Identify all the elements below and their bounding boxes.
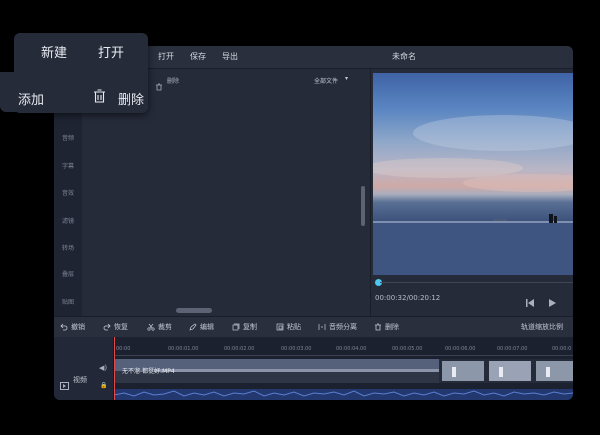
scissors-icon xyxy=(147,323,155,331)
step-back-icon[interactable] xyxy=(525,293,535,312)
redo-button[interactable]: 恢复 xyxy=(103,322,128,332)
progress-track[interactable] xyxy=(380,282,573,283)
play-icon[interactable] xyxy=(547,293,557,312)
popup-delete-button[interactable]: 删除 xyxy=(118,89,144,108)
nav-item-sound-effect[interactable]: 音效 xyxy=(54,188,82,197)
delete-label: 删除 xyxy=(385,323,399,331)
video-preview xyxy=(373,73,573,275)
delete-button[interactable]: 删除 xyxy=(374,322,399,332)
time-readout: 00:00:32/00:20:12 xyxy=(375,294,441,302)
paste-icon xyxy=(276,323,284,331)
clip-name: 无不溜-都挺好.MP4 xyxy=(122,368,175,375)
edit-toolbar: 撤销 恢复 裁剪 编辑 复制 粘贴 音频分离 删除 轨道缩放比例 xyxy=(54,316,573,338)
pencil-icon xyxy=(189,323,197,331)
cut-label: 裁剪 xyxy=(158,323,172,331)
ruler-tick: 00:00:05.00 xyxy=(392,346,423,352)
undo-button[interactable]: 撤销 xyxy=(60,322,85,332)
edit-label: 编辑 xyxy=(200,323,214,331)
lock-icon[interactable]: 🔒 xyxy=(100,382,107,389)
copy-button[interactable]: 复制 xyxy=(232,322,257,332)
preview-panel: 00:00:32/00:20:12 xyxy=(371,69,573,316)
audio-split-button[interactable]: 音频分离 xyxy=(318,322,357,332)
track-zoom-label[interactable]: 轨道缩放比例 xyxy=(521,322,563,332)
popup-lower-row: 添加 删除 xyxy=(0,72,148,112)
ruler-tick: 00:00 xyxy=(116,346,131,352)
nav-item-transition[interactable]: 转场 xyxy=(54,243,82,252)
video-track-icon xyxy=(60,375,69,394)
audio-split-label: 音频分离 xyxy=(329,323,357,331)
horizontal-scrollbar[interactable] xyxy=(176,308,212,313)
ruler-tick: 00:00:01.00 xyxy=(168,346,199,352)
trash-icon[interactable] xyxy=(155,76,163,95)
ruler xyxy=(114,355,573,356)
trash-icon xyxy=(375,323,381,331)
vertical-scrollbar[interactable] xyxy=(361,186,365,226)
nav-item-audio[interactable]: 音频 xyxy=(54,133,82,142)
add-button[interactable]: 添加 xyxy=(18,89,44,108)
cut-button[interactable]: 裁剪 xyxy=(147,322,172,332)
ruler-tick: 00:00:04.00 xyxy=(336,346,367,352)
video-clip[interactable]: 无不溜-都挺好.MP4 xyxy=(114,359,573,383)
track-header: ◀) 视频 🔒 xyxy=(54,337,114,400)
audio-waveform[interactable] xyxy=(114,389,573,400)
track-label: 视频 xyxy=(73,376,87,384)
playhead[interactable] xyxy=(114,337,115,400)
edit-button[interactable]: 编辑 xyxy=(189,322,214,332)
timeline: ◀) 视频 🔒 00:00 00:00:01.00 00:00:02.00 00… xyxy=(54,337,573,400)
ruler-tick: 00:00:03.00 xyxy=(281,346,312,352)
nav-item-sticker[interactable]: 贴图 xyxy=(54,297,82,306)
paste-label: 粘贴 xyxy=(287,323,301,331)
ruler-tick: 00:00:02.00 xyxy=(224,346,255,352)
ruler-tick: 00:00:0 xyxy=(552,346,572,352)
file-filter-dropdown[interactable]: 全部文件 xyxy=(314,76,338,85)
undo-icon xyxy=(60,323,68,331)
chevron-down-icon[interactable]: ▾ xyxy=(345,75,348,82)
redo-icon xyxy=(103,323,111,331)
redo-label: 恢复 xyxy=(114,323,128,331)
media-delete-label[interactable]: 删除 xyxy=(167,76,179,85)
nav-item-subtitle[interactable]: 字幕 xyxy=(54,161,82,170)
split-icon xyxy=(318,324,326,330)
speaker-icon[interactable]: ◀) xyxy=(99,364,107,372)
nav-item-overlay[interactable]: 叠层 xyxy=(54,269,82,278)
copy-label: 复制 xyxy=(243,323,257,331)
open-button[interactable]: 打开 xyxy=(98,42,124,61)
new-button[interactable]: 新建 xyxy=(41,42,67,61)
undo-label: 撤销 xyxy=(71,323,85,331)
paste-button[interactable]: 粘贴 xyxy=(276,322,301,332)
copy-icon xyxy=(232,323,240,331)
ruler-tick: 00:00:07.00 xyxy=(497,346,528,352)
trash-icon[interactable] xyxy=(93,88,106,107)
ruler-tick: 00:00:06.00 xyxy=(445,346,476,352)
nav-item-filter[interactable]: 滤镜 xyxy=(54,216,82,225)
